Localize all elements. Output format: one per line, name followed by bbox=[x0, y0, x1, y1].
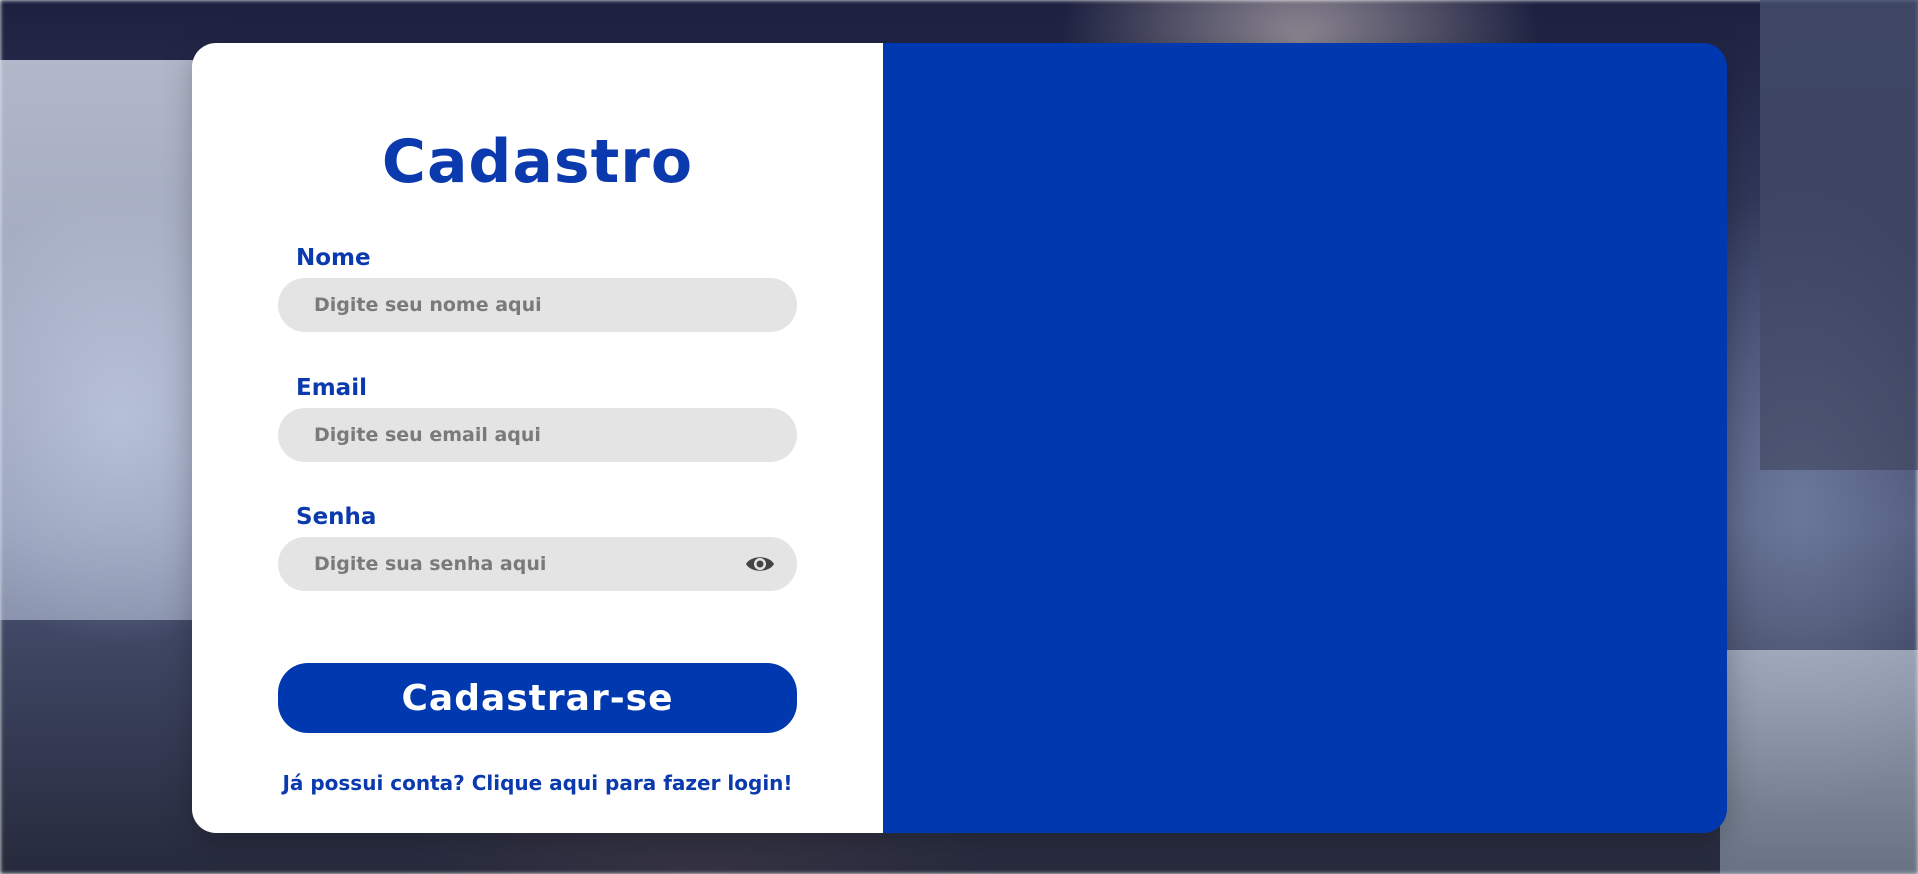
background-shape bbox=[1720, 650, 1918, 874]
signup-button[interactable]: Cadastrar-se bbox=[278, 663, 797, 733]
name-input[interactable] bbox=[278, 278, 754, 332]
eye-icon[interactable] bbox=[745, 553, 775, 575]
email-label: Email bbox=[296, 375, 367, 401]
background-shape bbox=[0, 60, 200, 620]
login-link[interactable]: Já possui conta? Clique aqui para fazer … bbox=[192, 771, 883, 795]
email-input-wrapper bbox=[278, 408, 797, 462]
signup-card: Cadastro Nome Email Senha Cadastrar-se J… bbox=[192, 43, 1727, 833]
email-input[interactable] bbox=[278, 408, 754, 462]
page-title: Cadastro bbox=[381, 127, 694, 197]
side-panel bbox=[883, 43, 1727, 833]
name-input-wrapper bbox=[278, 278, 797, 332]
password-label: Senha bbox=[296, 504, 377, 530]
background-shape bbox=[1760, 0, 1918, 470]
name-label: Nome bbox=[296, 245, 371, 271]
signup-form-panel: Cadastro Nome Email Senha Cadastrar-se J… bbox=[192, 43, 883, 833]
password-input-wrapper bbox=[278, 537, 797, 591]
password-input[interactable] bbox=[278, 537, 754, 591]
